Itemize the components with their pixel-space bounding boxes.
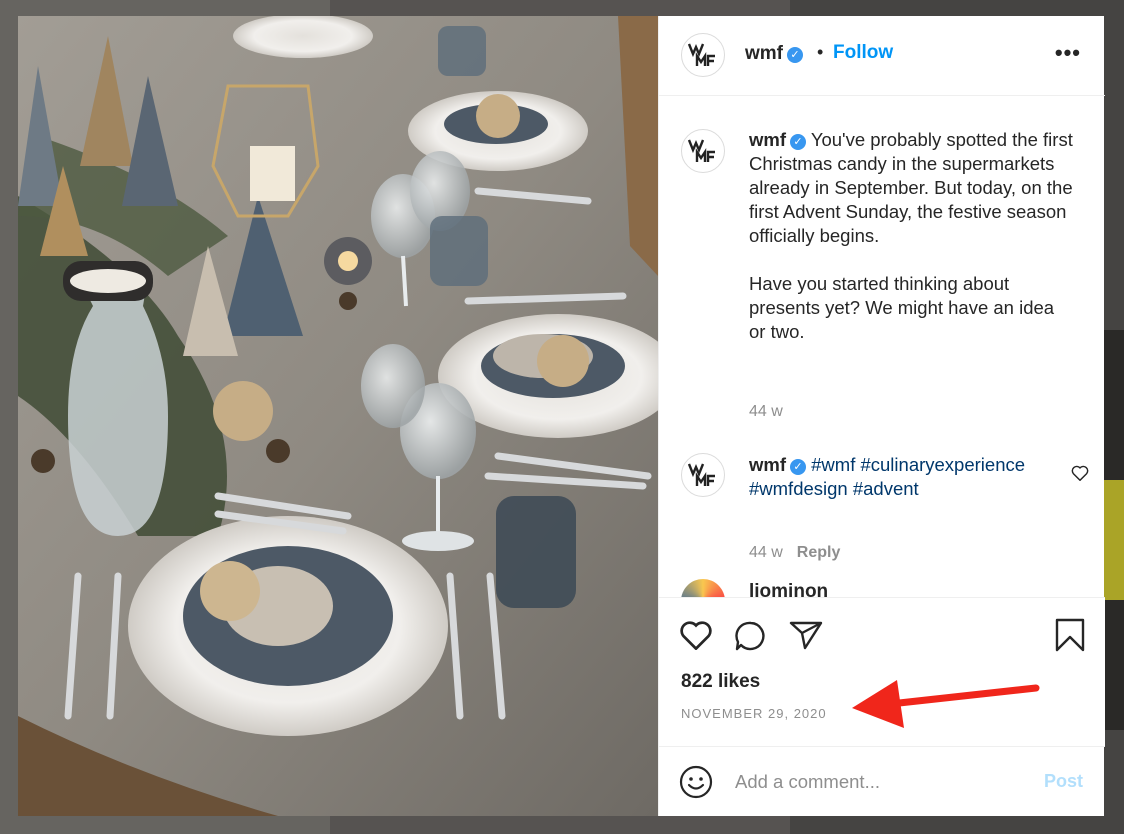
hashtag-link-advent[interactable]: #advent [853,478,919,499]
wmf-logo-icon [688,463,715,486]
comment-body: wmf ✓ #wmf #culinaryexperience #wmfdesign… [749,453,1049,501]
post-header: wmf ✓ • Follow ••• [659,16,1105,96]
comment-username[interactable]: wmf [749,454,786,475]
avatar[interactable] [681,579,725,597]
post-modal: wmf ✓ • Follow ••• wmf ✓ You've probably s… [18,16,1105,816]
bookmark-icon[interactable] [1055,618,1085,657]
add-comment-bar: Post [659,746,1105,816]
heart-icon[interactable] [679,620,713,655]
more-options-icon[interactable]: ••• [1055,40,1081,66]
verified-badge-icon: ✓ [787,47,803,63]
comments-list[interactable]: wmf ✓ You've probably spotted the first C… [659,97,1105,597]
post-date[interactable]: NOVEMBER 29, 2020 [681,706,827,721]
post-actions: 822 likes NOVEMBER 29, 2020 [659,597,1105,747]
emoji-icon[interactable] [679,765,713,804]
comment-body: wmf ✓ You've probably spotted the first C… [749,128,1075,344]
table-setting-photo [18,16,658,816]
likes-count[interactable]: 822 likes [681,671,760,693]
post-comment-button[interactable]: Post [1044,771,1083,792]
share-icon[interactable] [789,620,823,655]
post-side-panel: wmf ✓ • Follow ••• wmf ✓ You've probably s… [658,16,1105,816]
username-text[interactable]: wmf [745,43,783,64]
avatar[interactable] [681,453,725,497]
comment-age[interactable]: 44 w [749,544,783,561]
comment-username[interactable]: wmf [749,129,786,150]
wmf-logo-icon [688,139,715,162]
hashtag-link-culinaryexperience[interactable]: #culinaryexperience [860,454,1025,475]
avatar[interactable] [681,129,725,173]
comment-meta: 44 w [749,403,783,421]
like-comment-heart-icon[interactable] [1071,465,1089,486]
reply-button[interactable]: Reply [797,544,841,561]
comment-text: You've probably spotted the first Christ… [749,129,1073,342]
avatar[interactable] [681,33,725,77]
hashtag-link-wmf[interactable]: #wmf [811,454,855,475]
hashtag-link-wmfdesign[interactable]: #wmfdesign [749,478,848,499]
comment-meta: 44 w Reply [749,544,840,562]
verified-badge-icon: ✓ [790,134,806,150]
comment-input[interactable] [735,767,1015,797]
comment-username[interactable]: liominon [749,581,828,597]
separator-dot: • [817,42,824,62]
comment-icon[interactable] [734,620,768,657]
follow-button[interactable]: Follow [833,42,893,64]
comment-age[interactable]: 44 w [749,403,783,420]
post-photo [18,16,658,816]
verified-badge-icon: ✓ [790,459,806,475]
post-author-username[interactable]: wmf ✓ [745,43,803,65]
wmf-logo-icon [688,43,715,66]
